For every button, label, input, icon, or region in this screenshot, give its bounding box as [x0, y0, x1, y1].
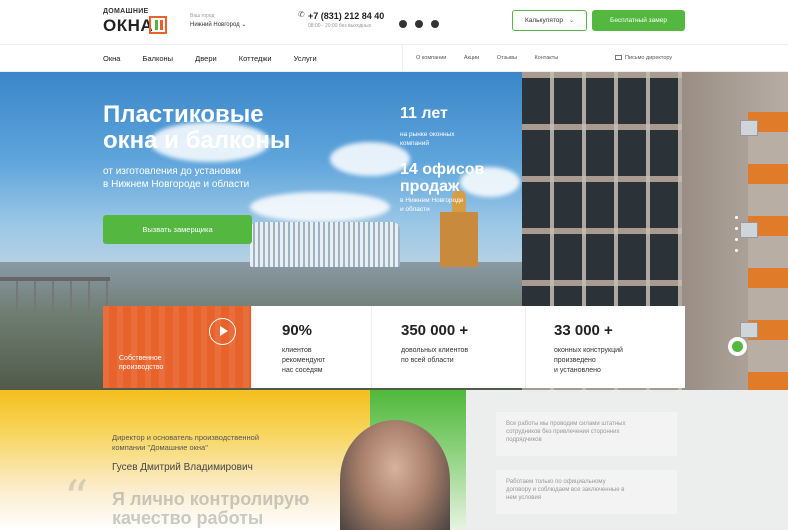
- nav-item-balconies[interactable]: Балконы: [143, 54, 174, 63]
- advantage-card: Работаем только по официальному договору…: [496, 470, 677, 514]
- ac-unit: [740, 120, 758, 136]
- chat-widget-button[interactable]: [728, 337, 747, 356]
- stat-value: 33 000 +: [554, 322, 613, 339]
- ac-unit: [740, 322, 758, 338]
- phone-icon: ✆: [298, 10, 305, 19]
- nav-item-cottages[interactable]: Коттеджи: [239, 54, 272, 63]
- nav-item-doors[interactable]: Двери: [195, 54, 217, 63]
- stats-bar: Собственное производство 90% клиентов ре…: [103, 306, 685, 388]
- years-stat: 11 лет: [400, 105, 448, 122]
- whatsapp-icon[interactable]: [399, 20, 407, 28]
- chevron-down-icon: ⌄: [241, 22, 247, 28]
- cathedral-image: [440, 190, 478, 267]
- messengers: [399, 15, 447, 33]
- stat-caption: довольных клиентов по всей области: [401, 347, 469, 364]
- nav-item-promo[interactable]: Акции: [464, 55, 479, 61]
- director-name: Гусев Дмитрий Владимирович: [112, 462, 253, 473]
- director-photo: [340, 420, 450, 530]
- call-measurer-button[interactable]: Вызвать замерщика: [103, 215, 252, 244]
- phone-block[interactable]: ✆ +7 (831) 212 84 40 08:00 - 20:00 без в…: [298, 10, 384, 29]
- nav-divider: [402, 45, 403, 73]
- advantage-card: Все работы мы проводим силами штатных со…: [496, 412, 677, 456]
- cloud: [330, 142, 410, 176]
- director-role: Директор и основатель производственной к…: [112, 433, 260, 452]
- production-label: Собственное производство: [119, 355, 164, 371]
- letter-label: Письмо директору: [625, 55, 673, 61]
- slider-dot[interactable]: [735, 227, 738, 230]
- viber-icon[interactable]: [431, 20, 439, 28]
- stat-value: 90%: [282, 322, 313, 339]
- play-icon[interactable]: [209, 318, 236, 345]
- slider-dots: [735, 216, 738, 260]
- director-quote: Я лично контролирую качество работы: [112, 489, 310, 528]
- hero-title: Пластиковые окна и балконы: [103, 101, 291, 154]
- working-hours: 08:00 - 20:00 без выходных: [308, 23, 372, 29]
- stadium-image: [250, 222, 400, 267]
- chevron-down-icon: ⌄: [569, 18, 575, 24]
- nav-item-windows[interactable]: Окна: [103, 54, 120, 63]
- envelope-icon: [615, 55, 622, 60]
- hero-subtitle: от изготовления до установки в Нижнем Но…: [103, 166, 250, 190]
- offices-stat-caption: в Нижнем Новгороде и области: [400, 197, 464, 213]
- logo-window-icon: [149, 16, 167, 34]
- nav-item-reviews[interactable]: Отзывы: [497, 55, 517, 61]
- city-selector[interactable]: Ваш город Нижний Новгород ⌄: [190, 13, 246, 28]
- slider-dot[interactable]: [735, 216, 738, 219]
- slider-dot[interactable]: [735, 249, 738, 252]
- telegram-icon[interactable]: [415, 20, 423, 28]
- logo-text-main: ОКНА: [103, 16, 154, 35]
- site-header: ДОМАШНИЕ ОКНА Ваш город Нижний Новгород …: [0, 0, 788, 44]
- bridge-image: [0, 277, 110, 317]
- stat-value: 350 000 +: [401, 322, 469, 339]
- city-value: Нижний Новгород: [190, 22, 240, 28]
- production-video-tile[interactable]: Собственное производство: [103, 306, 251, 388]
- phone-number[interactable]: +7 (831) 212 84 40: [308, 11, 384, 21]
- logo-text-top: ДОМАШНИЕ: [103, 8, 149, 15]
- years-stat-caption: на рынке оконных компаний: [400, 131, 455, 147]
- stat-recommend: 90% клиентов рекомендуют нас соседям: [251, 306, 371, 388]
- stat-clients: 350 000 + довольных клиентов по всей обл…: [371, 306, 525, 388]
- ac-unit: [740, 222, 758, 238]
- stat-caption: оконных конструкций произведено и устано…: [554, 347, 623, 374]
- nav-item-services[interactable]: Услуги: [294, 54, 317, 63]
- free-measure-button[interactable]: Бесплатный замер: [592, 10, 685, 31]
- calculator-label: Калькулятор: [524, 17, 564, 24]
- cloud: [250, 192, 390, 222]
- offices-stat: 14 офисов продаж: [400, 161, 485, 195]
- stat-constructions: 33 000 + оконных конструкций произведено…: [525, 306, 685, 388]
- city-caption: Ваш город: [190, 13, 215, 19]
- stat-caption: клиентов рекомендуют нас соседям: [282, 347, 326, 374]
- slider-dot[interactable]: [735, 238, 738, 241]
- nav-item-contacts[interactable]: Контакты: [534, 55, 558, 61]
- logo[interactable]: ДОМАШНИЕ ОКНА: [103, 8, 173, 36]
- nav-item-about[interactable]: О компании: [416, 55, 446, 61]
- main-nav: Окна Балконы Двери Коттеджи Услуги О ком…: [0, 44, 788, 73]
- quote-icon: “: [64, 470, 89, 526]
- calculator-button[interactable]: Калькулятор ⌄: [512, 10, 587, 31]
- letter-to-director-link[interactable]: Письмо директору: [615, 55, 672, 61]
